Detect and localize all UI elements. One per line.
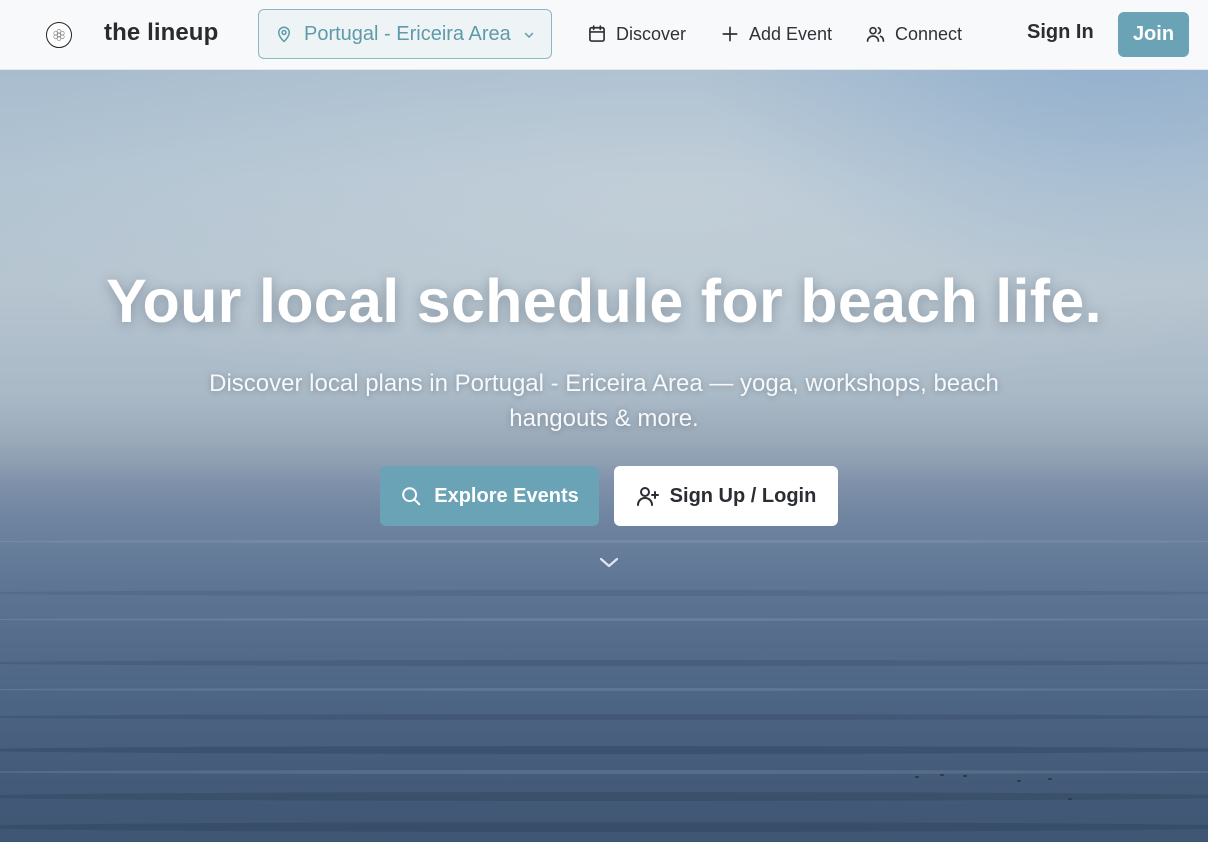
surfer-dot — [963, 775, 967, 777]
users-icon — [866, 26, 885, 42]
surfer-dot — [915, 776, 919, 778]
location-selector[interactable]: Portugal - Ericeira Area — [258, 9, 552, 59]
nav-add-event-label: Add Event — [749, 23, 833, 44]
sky-tint — [688, 70, 1208, 290]
calendar-icon — [589, 25, 605, 42]
wave-line — [0, 770, 1208, 774]
surfer-dot — [1017, 780, 1021, 782]
wave-line — [0, 688, 1208, 691]
explore-events-label: Explore Events — [434, 484, 579, 507]
nav-discover[interactable]: Discover — [587, 20, 686, 48]
sign-up-login-button[interactable]: Sign Up / Login — [614, 466, 838, 526]
plus-icon — [722, 26, 738, 42]
wave-line — [0, 590, 1208, 596]
hero-section: Your local schedule for beach life. Disc… — [0, 70, 1208, 842]
wave-line — [0, 618, 1208, 621]
surfer-dot — [1048, 778, 1052, 780]
surfer-dot — [940, 774, 944, 776]
brand-name[interactable]: the lineup — [104, 19, 218, 47]
location-label: Portugal - Ericeira Area — [304, 22, 511, 45]
nav-connect-label: Connect — [895, 23, 963, 44]
user-plus-icon — [636, 487, 659, 506]
top-navbar: the lineup Portugal - Ericeira Area Disc… — [0, 0, 1208, 70]
sign-up-login-label: Sign Up / Login — [669, 484, 817, 507]
chevron-down-icon — [524, 32, 534, 39]
chevron-down-icon[interactable] — [598, 556, 620, 570]
join-button[interactable]: Join — [1118, 12, 1189, 57]
wave-line — [0, 822, 1208, 832]
wave-line — [0, 746, 1208, 754]
surfer-dot — [1068, 798, 1072, 800]
wave-line — [0, 792, 1208, 801]
logo-icon[interactable] — [46, 22, 72, 48]
search-icon — [402, 487, 421, 506]
explore-events-button[interactable]: Explore Events — [380, 466, 599, 526]
sign-in-link[interactable]: Sign In — [1027, 21, 1094, 44]
nav-add-event[interactable]: Add Event — [720, 20, 832, 48]
horizon-haze — [0, 440, 1208, 480]
hero-subline: Discover local plans in Portugal - Erice… — [209, 370, 999, 432]
nav-connect[interactable]: Connect — [865, 20, 962, 48]
wave-line — [0, 660, 1208, 666]
wave-line — [0, 540, 1208, 543]
nav-discover-label: Discover — [616, 23, 687, 44]
hero-headline: Your local schedule for beach life. — [106, 267, 1102, 335]
map-pin-icon — [278, 26, 290, 43]
wave-line — [0, 714, 1208, 720]
